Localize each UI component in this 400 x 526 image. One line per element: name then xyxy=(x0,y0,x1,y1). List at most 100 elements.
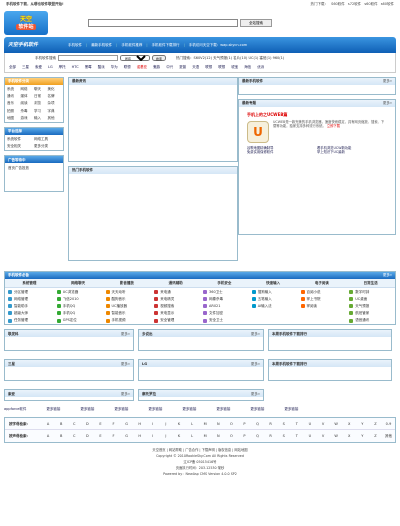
software-item[interactable]: AR021 xyxy=(200,303,249,310)
brand-category-link[interactable]: 三星 xyxy=(22,65,29,69)
category-link[interactable]: 媒体 xyxy=(21,94,35,98)
software-item[interactable]: 手机视频 xyxy=(103,317,152,324)
category-link[interactable]: 系统 xyxy=(7,87,21,91)
more-link[interactable]: 更多» xyxy=(383,79,392,83)
software-item[interactable]: 来电显示 xyxy=(151,310,200,317)
alphabet-letter[interactable]: V xyxy=(316,434,329,438)
alphabet-letter[interactable]: I xyxy=(146,434,159,438)
hot-search[interactable]: 热门搜索：S60V2(12) 天气预报(1) 名片(10) UC(1) 塞班(1… xyxy=(176,56,284,60)
more-link[interactable]: 更多» xyxy=(251,392,260,396)
friend-link[interactable]: 更多链接 xyxy=(114,407,128,411)
more-link[interactable]: 更多» xyxy=(121,392,130,396)
alphabet-letter[interactable]: W xyxy=(330,422,343,426)
topic-headline[interactable]: 手机上的之UCWEB篇 xyxy=(239,107,395,121)
software-item[interactable]: 搜狗输入 xyxy=(249,288,298,295)
software-item[interactable]: 航班管家 xyxy=(346,310,395,317)
hot-link[interactable]: S60软件 xyxy=(331,2,345,6)
category-link[interactable]: 网络 xyxy=(21,87,35,91)
software-item[interactable]: 文件加密 xyxy=(200,310,249,317)
alphabet-letter[interactable]: G xyxy=(120,434,133,438)
software-item[interactable]: 视频搜索 xyxy=(151,303,200,310)
category-link[interactable]: 美化 xyxy=(48,87,62,91)
alphabet-letter[interactable]: Y xyxy=(356,434,369,438)
software-item[interactable]: 来电通 xyxy=(151,288,200,295)
alphabet-letter[interactable]: O xyxy=(225,434,238,438)
alphabet-letter[interactable]: E xyxy=(94,422,107,426)
brand-category-link[interactable]: 琥宝 xyxy=(231,65,238,69)
alphabet-letter[interactable]: D xyxy=(81,422,94,426)
friend-link[interactable]: 更多链接 xyxy=(148,407,162,411)
alphabet-letter[interactable]: K xyxy=(172,434,185,438)
brand-category-link[interactable]: 黑莓 xyxy=(85,65,92,69)
software-item[interactable]: 天气预报 xyxy=(346,303,395,310)
soft-search-select[interactable]: 所有 xyxy=(120,55,150,61)
software-item[interactable]: 超级大师 xyxy=(5,310,54,317)
alphabet-letter[interactable]: F xyxy=(107,422,120,426)
software-item[interactable]: 五笔输入 xyxy=(249,295,298,302)
brand-category-link[interactable]: 中兴 xyxy=(166,65,173,69)
software-item[interactable]: 安全卫士 xyxy=(200,317,249,324)
software-item[interactable]: 天天动听 xyxy=(103,288,152,295)
category-link[interactable]: 字典 xyxy=(48,109,62,113)
software-item[interactable]: GPS定位 xyxy=(54,317,103,324)
software-item[interactable]: 智能助手 xyxy=(5,303,54,310)
friend-link[interactable]: 更多链接 xyxy=(216,407,230,411)
software-item[interactable]: UC桌面 xyxy=(346,295,395,302)
topic-link[interactable]: 掌上知识下UC最新 xyxy=(317,150,387,155)
brand-category-link[interactable]: HTC xyxy=(72,65,79,69)
ad-text[interactable]: 首页广告投放 xyxy=(5,163,63,191)
software-item[interactable]: AI输入法 xyxy=(249,303,298,310)
alphabet-letter[interactable]: A xyxy=(42,434,55,438)
software-item[interactable] xyxy=(249,310,298,317)
alphabet-letter[interactable]: N xyxy=(212,422,225,426)
software-item[interactable]: 掌阅读 xyxy=(298,303,347,310)
brand-category-link[interactable]: LG xyxy=(48,65,53,69)
alphabet-letter[interactable]: L xyxy=(186,422,199,426)
category-link[interactable]: 其他 xyxy=(48,116,62,120)
software-item[interactable]: 飞信2010 xyxy=(54,295,103,302)
software-item[interactable]: 掌上书院 xyxy=(298,295,347,302)
software-item[interactable]: 数字时钟 xyxy=(346,288,395,295)
category-link[interactable]: 音乐 xyxy=(7,101,21,105)
topic-link[interactable]: 免费实用保修软件 xyxy=(247,150,317,155)
alphabet-letter[interactable]: Z xyxy=(369,422,382,426)
alphabet-letter[interactable]: M xyxy=(199,434,212,438)
alphabet-letter[interactable]: R xyxy=(264,422,277,426)
category-link[interactable]: 学习 xyxy=(34,109,48,113)
friend-link[interactable]: 更多链接 xyxy=(182,407,196,411)
software-item[interactable]: 语音通讯 xyxy=(346,317,395,324)
software-item[interactable] xyxy=(249,317,298,324)
hot-link[interactable]: s72软件 xyxy=(348,2,361,6)
brand-category-link[interactable]: 优派 xyxy=(257,65,264,69)
brand-category-link[interactable]: 联想 xyxy=(124,65,131,69)
alphabet-letter[interactable]: 其他 xyxy=(382,434,395,438)
category-link[interactable]: 日常 xyxy=(34,94,48,98)
soft-search-input[interactable] xyxy=(58,55,118,61)
hot-link[interactable]: s60软件 xyxy=(364,2,377,6)
alphabet-letter[interactable]: Y xyxy=(356,422,369,426)
software-item[interactable] xyxy=(298,317,347,324)
alphabet-letter[interactable]: Z xyxy=(369,434,382,438)
alphabet-letter[interactable]: B xyxy=(55,434,68,438)
alphabet-letter[interactable]: Q xyxy=(251,434,264,438)
friend-link[interactable]: 更多链接 xyxy=(46,407,60,411)
category-link[interactable]: 浏览 xyxy=(34,101,48,105)
category-link[interactable]: 拍照 xyxy=(7,109,21,113)
alphabet-letter[interactable]: J xyxy=(159,422,172,426)
alphabet-letter[interactable]: O xyxy=(225,422,238,426)
software-item[interactable]: 手机QQ xyxy=(54,310,103,317)
software-item[interactable]: 网秦杀毒 xyxy=(200,295,249,302)
alphabet-letter[interactable]: J xyxy=(159,434,172,438)
alphabet-letter[interactable]: S xyxy=(277,422,290,426)
alphabet-letter[interactable]: Q xyxy=(251,422,264,426)
category-link[interactable]: 输入 xyxy=(34,116,48,120)
brand-category-link[interactable]: 天语 xyxy=(192,65,199,69)
nav-link[interactable]: 手机软件推荐 xyxy=(121,43,142,47)
platform-link[interactable]: 系统软件 xyxy=(7,137,34,141)
software-item[interactable]: 网络管理 xyxy=(5,295,54,302)
uc-app-icon[interactable]: U xyxy=(247,120,269,143)
alphabet-letter[interactable]: K xyxy=(172,422,185,426)
alphabet-letter[interactable]: T xyxy=(290,422,303,426)
brand-category-link[interactable]: 海信 xyxy=(244,65,251,69)
software-item[interactable]: UC播放器 xyxy=(103,303,152,310)
